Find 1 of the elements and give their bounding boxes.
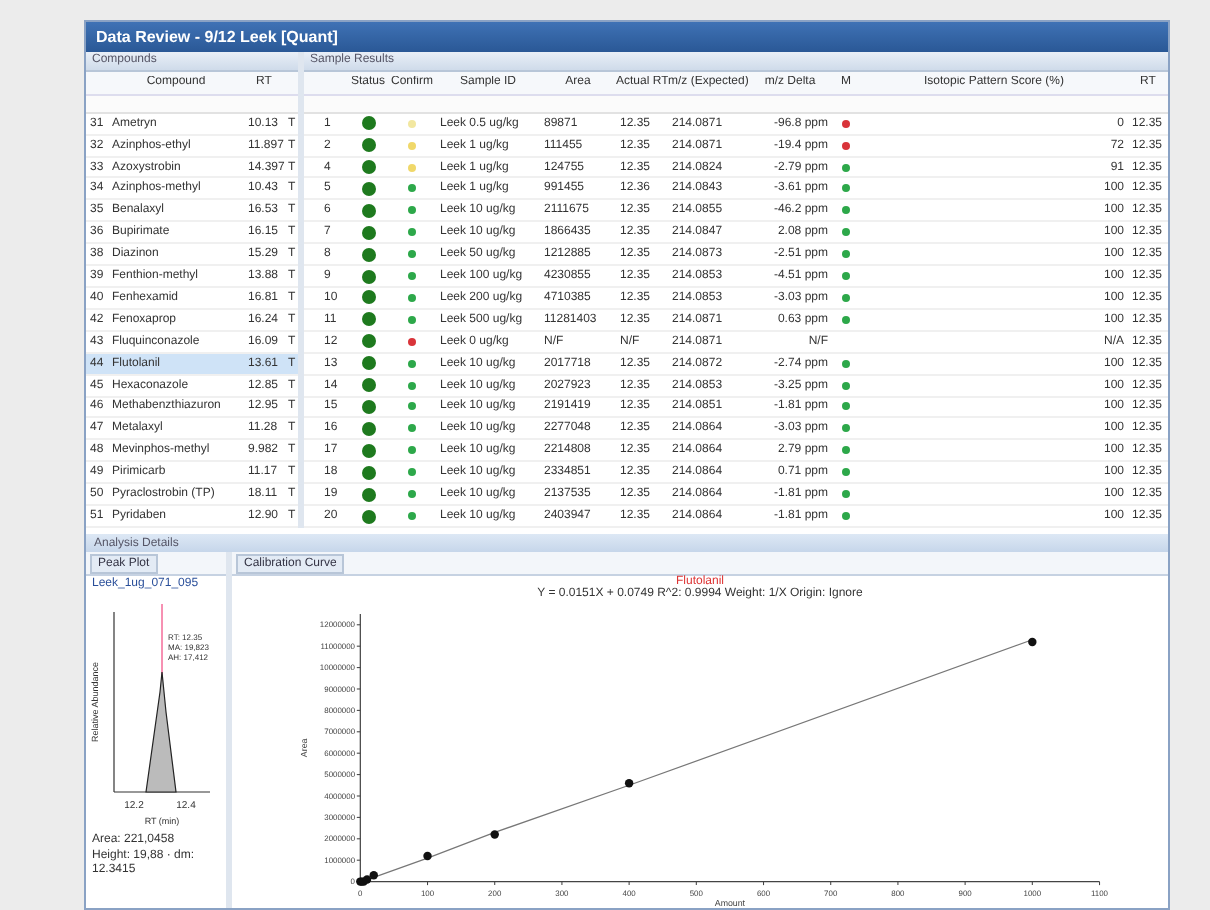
window-title: Data Review - 9/12 Leek [Quant]: [86, 22, 1168, 52]
